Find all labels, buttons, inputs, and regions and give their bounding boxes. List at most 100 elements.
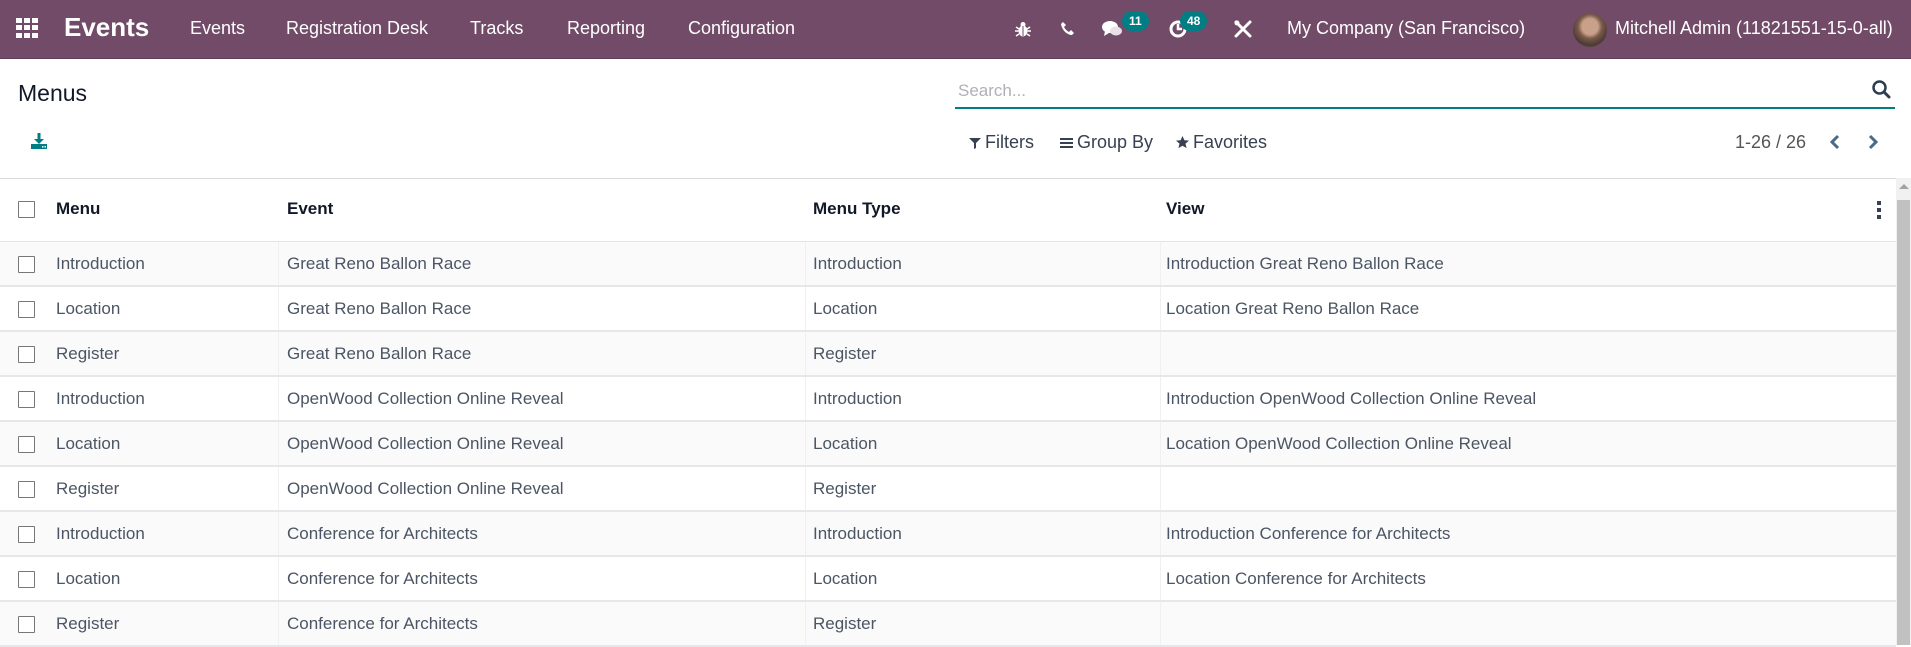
cell-menu: Location [56, 434, 121, 453]
nav-item-reporting[interactable]: Reporting [567, 18, 645, 39]
cell-menu-type: Register [813, 479, 877, 498]
table-row[interactable]: Introduction Great Reno Ballon Race Introd… [0, 242, 1896, 287]
column-separator [1160, 287, 1161, 330]
cell-view: Location Conference for Architects [1166, 569, 1426, 588]
column-separator [805, 467, 806, 510]
phone-icon[interactable] [1055, 16, 1081, 42]
cell-menu-type: Location [813, 434, 878, 453]
vertical-scrollbar[interactable] [1896, 178, 1911, 645]
table-body: Introduction Great Reno Ballon Race Introd… [0, 242, 1896, 647]
list-icon [1060, 137, 1073, 148]
table-row[interactable]: Location Great Reno Ballon Race Location Lo… [0, 287, 1896, 332]
group-by-button[interactable]: Group By [1060, 132, 1153, 153]
search-bar [955, 74, 1895, 109]
cell-event: Conference for Architects [287, 524, 478, 543]
search-input[interactable] [958, 74, 1838, 107]
cell-event: Great Reno Ballon Race [287, 344, 472, 363]
page-title: Menus [18, 80, 88, 106]
cell-menu: Introduction [56, 254, 145, 273]
column-separator [278, 422, 279, 465]
cell-menu-type: Location [813, 299, 878, 318]
column-separator [1160, 422, 1161, 465]
select-all-checkbox[interactable] [18, 201, 35, 218]
column-header-menu-type[interactable]: Menu Type [813, 199, 901, 219]
cell-menu: Register [56, 614, 120, 633]
column-separator [1160, 377, 1161, 420]
row-checkbox[interactable] [18, 301, 35, 318]
nav-item-events[interactable]: Events [190, 18, 245, 39]
optional-columns-icon[interactable] [1876, 201, 1882, 219]
table-row[interactable]: Location Conference for Architects Locatio… [0, 557, 1896, 602]
nav-item-registration-desk[interactable]: Registration Desk [286, 18, 428, 39]
table-row[interactable]: Introduction OpenWood Collection Online R… [0, 377, 1896, 422]
column-separator [805, 287, 806, 330]
column-separator [278, 602, 279, 645]
cell-event: OpenWood Collection Online Reveal [287, 389, 564, 408]
cell-view: Location Great Reno Ballon Race [1166, 299, 1420, 318]
user-avatar[interactable] [1573, 13, 1607, 47]
table-row[interactable]: Register Conference for Architects Registe… [0, 602, 1896, 647]
cell-view: Location OpenWood Collection Online Reve… [1166, 434, 1512, 453]
cell-menu-type: Register [813, 614, 877, 633]
export-button[interactable] [30, 132, 50, 152]
activities-count-badge: 48 [1180, 11, 1208, 31]
column-separator [278, 512, 279, 555]
cell-menu: Register [56, 479, 120, 498]
pager-next-button[interactable] [1862, 131, 1884, 153]
column-separator [278, 332, 279, 375]
cell-menu-type: Introduction [813, 254, 902, 273]
table-row[interactable]: Register Great Reno Ballon Race Register [0, 332, 1896, 377]
pager-value[interactable]: 1-26 / 26 [1735, 132, 1806, 153]
cell-menu-type: Introduction [813, 389, 902, 408]
row-checkbox[interactable] [18, 391, 35, 408]
row-checkbox[interactable] [18, 526, 35, 543]
star-icon [1176, 136, 1189, 149]
column-separator [1160, 242, 1161, 285]
scrollbar-thumb[interactable] [1897, 200, 1910, 645]
column-separator [278, 242, 279, 285]
table-row[interactable]: Location OpenWood Collection Online Revea… [0, 422, 1896, 467]
column-header-view[interactable]: View [1166, 199, 1204, 219]
row-checkbox[interactable] [18, 346, 35, 363]
app-switcher-icon[interactable] [16, 18, 38, 38]
company-switcher[interactable]: My Company (San Francisco) [1287, 18, 1525, 39]
column-separator [805, 422, 806, 465]
cell-event: Great Reno Ballon Race [287, 254, 472, 273]
table-row[interactable]: Register OpenWood Collection Online Revea… [0, 467, 1896, 512]
column-header-event[interactable]: Event [287, 199, 333, 219]
cell-menu: Register [56, 344, 120, 363]
scroll-up-arrow-icon[interactable] [1899, 184, 1909, 189]
row-checkbox[interactable] [18, 256, 35, 273]
filters-button[interactable]: Filters [969, 132, 1034, 153]
cell-view: Introduction Great Reno Ballon Race [1166, 254, 1444, 273]
chevron-left-icon [1829, 134, 1840, 150]
tools-icon[interactable] [1230, 16, 1256, 42]
table-row[interactable]: Introduction Conference for Architects Int… [0, 512, 1896, 557]
column-header-menu[interactable]: Menu [56, 199, 100, 219]
column-separator [1160, 512, 1161, 555]
column-separator [805, 242, 806, 285]
favorites-button[interactable]: Favorites [1176, 132, 1267, 153]
app-brand[interactable]: Events [64, 12, 149, 43]
row-checkbox[interactable] [18, 616, 35, 633]
column-separator [1160, 467, 1161, 510]
column-separator [278, 467, 279, 510]
cell-menu-type: Register [813, 344, 877, 363]
cell-menu: Location [56, 569, 121, 588]
cell-menu-type: Location [813, 569, 878, 588]
column-separator [1160, 602, 1161, 645]
row-checkbox[interactable] [18, 436, 35, 453]
user-menu[interactable]: Mitchell Admin (11821551-15-0-all) [1615, 18, 1893, 39]
bug-icon[interactable] [1010, 16, 1036, 42]
row-checkbox[interactable] [18, 481, 35, 498]
column-separator [1160, 557, 1161, 600]
search-icon[interactable] [1871, 79, 1893, 101]
favorites-label: Favorites [1193, 132, 1268, 152]
messages-count-badge: 11 [1122, 11, 1149, 31]
pager-previous-button[interactable] [1824, 131, 1846, 153]
row-checkbox[interactable] [18, 571, 35, 588]
cell-menu: Introduction [56, 524, 145, 543]
nav-item-configuration[interactable]: Configuration [688, 18, 795, 39]
column-separator [278, 287, 279, 330]
nav-item-tracks[interactable]: Tracks [470, 18, 523, 39]
